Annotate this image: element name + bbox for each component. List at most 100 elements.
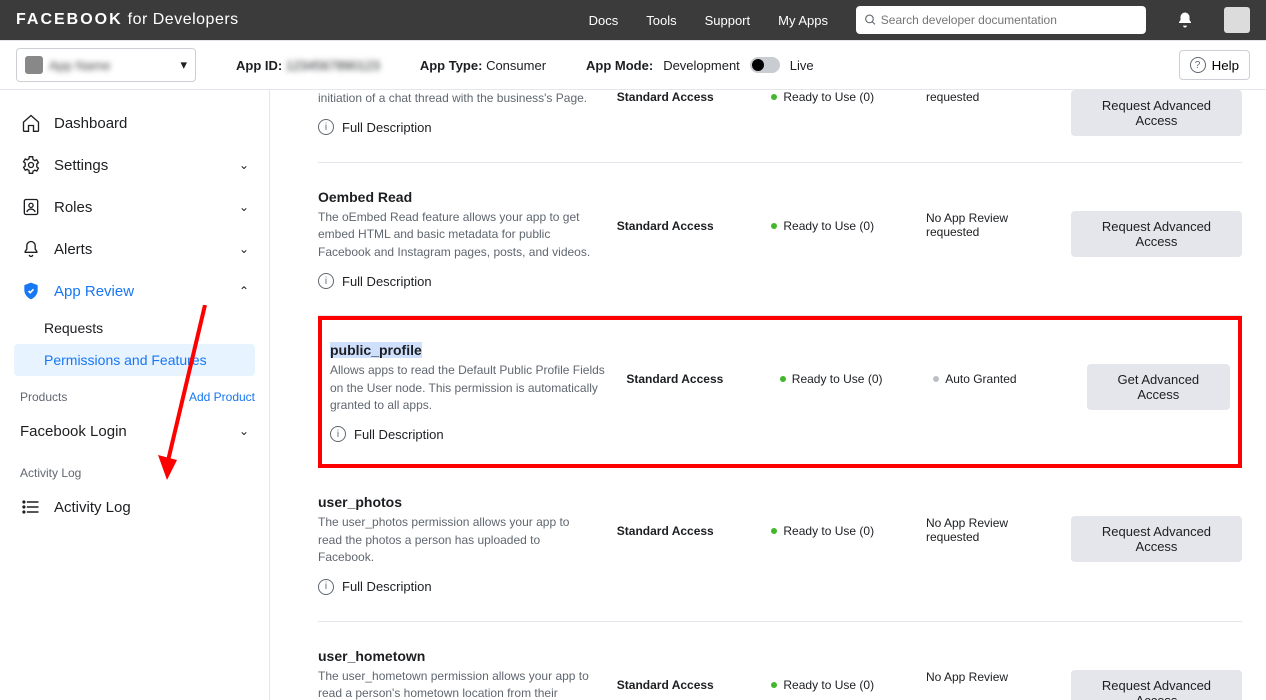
access-level: Standard Access <box>617 90 752 104</box>
brand[interactable]: FACEBOOK for Developers <box>16 11 239 29</box>
roles-icon <box>20 196 42 218</box>
request-advanced-access-button[interactable]: Request Advanced Access <box>1071 211 1242 257</box>
notifications-icon[interactable] <box>1174 9 1196 31</box>
permission-row: initiation of a chat thread with the bus… <box>318 90 1242 163</box>
sidebar-label: Dashboard <box>54 115 127 132</box>
user-avatar[interactable] <box>1224 7 1250 33</box>
status: Ready to Use (0) <box>771 90 906 104</box>
status: Ready to Use (0) <box>771 678 906 692</box>
sidebar-label: Facebook Login <box>20 423 127 440</box>
brand-main: FACEBOOK <box>16 11 123 28</box>
sidebar-item-settings[interactable]: Settings ⌄ <box>14 144 255 186</box>
list-icon <box>20 496 42 518</box>
request-advanced-access-button[interactable]: Request Advanced Access <box>1071 516 1242 562</box>
review-status: Auto Granted <box>933 372 1066 386</box>
app-id-label: App ID: <box>236 58 282 73</box>
info-icon: i <box>330 426 346 442</box>
review-status: requested <box>926 90 1051 104</box>
full-description-link[interactable]: i Full Description <box>318 579 597 595</box>
sidebar-item-dashboard[interactable]: Dashboard <box>14 102 255 144</box>
permission-desc: initiation of a chat thread with the bus… <box>318 90 597 107</box>
nav-myapps[interactable]: My Apps <box>778 13 828 28</box>
status-dot-icon <box>771 94 777 100</box>
search-input[interactable] <box>881 13 1138 27</box>
permission-row: user_photos The user_photos permission a… <box>318 468 1242 621</box>
sidebar-subitem-requests[interactable]: Requests <box>14 312 255 344</box>
status: Ready to Use (0) <box>780 372 913 386</box>
sidebar-label: App Review <box>54 283 134 300</box>
sidebar-item-alerts[interactable]: Alerts ⌄ <box>14 228 255 270</box>
bell-icon <box>20 238 42 260</box>
app-mode: App Mode: Development Live <box>586 57 814 73</box>
permission-desc: The oEmbed Read feature allows your app … <box>318 209 597 261</box>
status: Ready to Use (0) <box>771 524 906 538</box>
live-label: Live <box>790 58 814 73</box>
app-selector-name: App Name <box>49 58 174 73</box>
nav-docs[interactable]: Docs <box>589 13 619 28</box>
search-icon <box>864 13 877 27</box>
status: Ready to Use (0) <box>771 219 906 233</box>
add-product-link[interactable]: Add Product <box>189 390 255 404</box>
app-mode-value: Development <box>663 58 740 73</box>
permission-title: user_hometown <box>318 648 597 664</box>
permission-desc: Allows apps to read the Default Public P… <box>330 362 606 414</box>
permission-desc: The user_hometown permission allows your… <box>318 668 597 700</box>
status-dot-icon <box>771 223 777 229</box>
sidebar-item-roles[interactable]: Roles ⌄ <box>14 186 255 228</box>
full-description-label: Full Description <box>342 120 432 135</box>
access-level: Standard Access <box>617 219 752 233</box>
gear-icon <box>20 154 42 176</box>
status-dot-icon <box>933 376 939 382</box>
full-description-label: Full Description <box>354 427 444 442</box>
main-content: initiation of a chat thread with the bus… <box>270 90 1266 700</box>
full-description-link[interactable]: i Full Description <box>318 273 597 289</box>
sidebar-item-facebook-login[interactable]: Facebook Login ⌄ <box>14 410 255 452</box>
full-description-link[interactable]: i Full Description <box>318 119 597 135</box>
access-level: Standard Access <box>617 678 752 692</box>
access-level: Standard Access <box>626 372 759 386</box>
sidebar-item-app-review[interactable]: App Review ⌃ <box>14 270 255 312</box>
help-icon: ? <box>1190 57 1206 73</box>
app-id: App ID: 1234567890123 <box>236 58 380 73</box>
sidebar-item-activity-log[interactable]: Activity Log <box>14 486 255 528</box>
status-label: Ready to Use (0) <box>783 524 874 538</box>
review-status: No App Review requested <box>926 516 1051 544</box>
sidebar-label: Permissions and Features <box>44 352 207 368</box>
chevron-down-icon: ▾ <box>180 57 187 73</box>
app-selector[interactable]: App Name ▾ <box>16 48 196 82</box>
activity-log-label: Activity Log <box>20 466 81 480</box>
top-nav: Docs Tools Support My Apps <box>589 6 1250 34</box>
status-label: Ready to Use (0) <box>792 372 883 386</box>
help-label: Help <box>1212 58 1239 73</box>
sidebar-label: Settings <box>54 157 108 174</box>
app-icon <box>25 56 43 74</box>
mode-toggle[interactable] <box>750 57 780 73</box>
info-icon: i <box>318 273 334 289</box>
status-dot-icon <box>771 528 777 534</box>
full-description-link[interactable]: i Full Description <box>330 426 606 442</box>
sidebar: Dashboard Settings ⌄ Roles ⌄ Alerts ⌄ Ap… <box>0 90 270 700</box>
review-status: No App Review requested <box>926 211 1051 239</box>
nav-support[interactable]: Support <box>705 13 751 28</box>
app-type-value: Consumer <box>486 58 546 73</box>
nav-tools[interactable]: Tools <box>646 13 676 28</box>
top-bar: FACEBOOK for Developers Docs Tools Suppo… <box>0 0 1266 40</box>
home-icon <box>20 112 42 134</box>
status-label: Ready to Use (0) <box>783 219 874 233</box>
full-description-label: Full Description <box>342 579 432 594</box>
sidebar-label: Alerts <box>54 241 92 258</box>
app-bar: App Name ▾ App ID: 1234567890123 App Typ… <box>0 40 1266 90</box>
help-button[interactable]: ? Help <box>1179 50 1250 80</box>
get-advanced-access-button[interactable]: Get Advanced Access <box>1087 364 1230 410</box>
app-mode-label: App Mode: <box>586 58 653 73</box>
permission-title: user_photos <box>318 494 597 510</box>
chevron-up-icon: ⌃ <box>239 284 249 298</box>
sidebar-subitem-permissions-features[interactable]: Permissions and Features <box>14 344 255 376</box>
status-dot-icon <box>780 376 786 382</box>
request-advanced-access-button[interactable]: Request Advanced Access <box>1071 90 1242 136</box>
request-advanced-access-button[interactable]: Request Advanced Access <box>1071 670 1242 700</box>
full-description-label: Full Description <box>342 274 432 289</box>
search-box[interactable] <box>856 6 1146 34</box>
status-label: Ready to Use (0) <box>783 678 874 692</box>
app-type-label: App Type: <box>420 58 483 73</box>
